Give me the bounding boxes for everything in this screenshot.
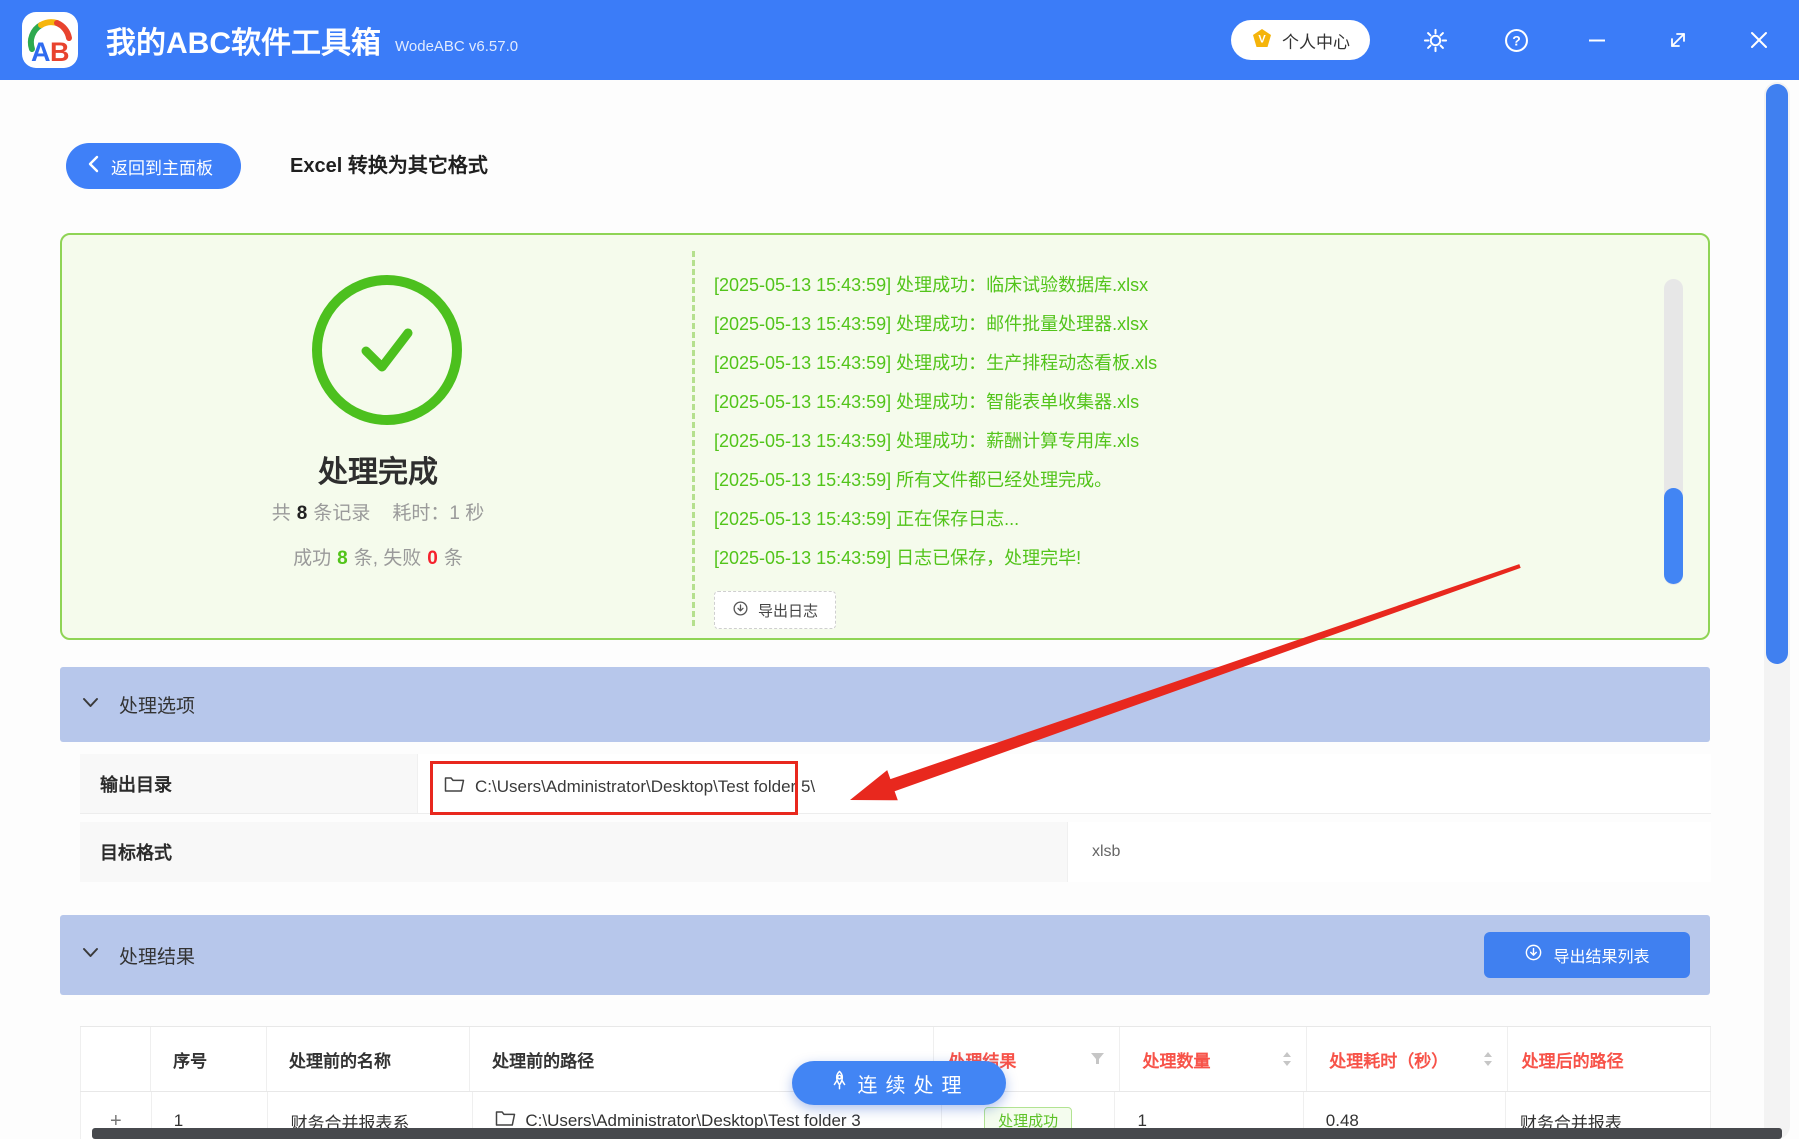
summary-line-1: 共 8 条记录 耗时：1 秒 xyxy=(271,503,485,524)
target-format-value[interactable]: xlsb xyxy=(1092,822,1120,882)
export-log-label: 导出日志 xyxy=(758,602,819,620)
maximize-resize-icon[interactable] xyxy=(1662,24,1694,56)
header-index: 序号 xyxy=(150,1027,266,1091)
app-version: WodeABC v6.57.0 xyxy=(395,37,519,55)
title-bar: A B 我的ABC软件工具箱 WodeABC v6.57.0 V 个人中心 ? xyxy=(0,0,1799,80)
app-title: 我的ABC软件工具箱 xyxy=(106,27,381,60)
options-section-header[interactable]: 处理选项 xyxy=(60,667,1710,742)
log-line: [2025-05-13 15:43:59] 正在保存日志... xyxy=(714,509,1020,529)
log-scrollbar-track xyxy=(1664,279,1683,585)
app-window: A B 我的ABC软件工具箱 WodeABC v6.57.0 V 个人中心 ? … xyxy=(0,0,1799,1139)
chevron-down-icon xyxy=(82,946,99,964)
export-log-button[interactable]: 导出日志 xyxy=(714,591,837,629)
back-button-label: 返回到主面板 xyxy=(111,158,213,178)
log-line: [2025-05-13 15:43:59] 处理成功：薪酬计算专用库.xls xyxy=(714,431,1140,451)
download-icon xyxy=(732,600,749,621)
options-section-title: 处理选项 xyxy=(119,696,196,717)
option-row-output-dir: 输出目录 C:\Users\Administrator\Desktop\Test… xyxy=(80,754,1711,814)
summary-line-2: 成功 8 条, 失败 0 条 xyxy=(293,548,463,569)
header-name-before: 处理前的名称 xyxy=(265,1027,469,1091)
elapsed-time: 耗时：1 秒 xyxy=(392,503,485,524)
header-duration[interactable]: 处理耗时（秒） xyxy=(1306,1027,1506,1091)
results-section-header[interactable]: 处理结果 导出结果列表 xyxy=(60,915,1710,995)
svg-text:?: ? xyxy=(1512,32,1521,48)
header-count[interactable]: 处理数量 xyxy=(1119,1027,1306,1091)
output-dir-label: 输出目录 xyxy=(80,754,418,813)
log-line: [2025-05-13 15:43:59] 处理成功：智能表单收集器.xls xyxy=(714,392,1140,412)
minimize-icon[interactable] xyxy=(1581,24,1613,56)
help-icon[interactable]: ? xyxy=(1500,24,1532,56)
folder-icon xyxy=(444,776,465,798)
success-count: 8 xyxy=(337,548,348,569)
vip-badge-icon: V xyxy=(1251,27,1273,54)
user-center-button[interactable]: V 个人中心 xyxy=(1231,20,1370,60)
close-icon[interactable] xyxy=(1743,24,1775,56)
log-list: [2025-05-13 15:43:59] 处理成功：临床试验数据库.xlsx … xyxy=(714,266,1664,578)
sort-icon[interactable] xyxy=(1483,1052,1493,1066)
total-count: 8 xyxy=(296,503,308,524)
log-line: [2025-05-13 15:43:59] 日志已保存，处理完毕! xyxy=(714,548,1082,568)
continue-processing-button[interactable]: 连续处理 xyxy=(792,1061,1006,1105)
panel-divider xyxy=(692,251,695,626)
export-result-list-button[interactable]: 导出结果列表 xyxy=(1484,932,1690,978)
chevron-down-icon xyxy=(82,696,99,714)
user-center-label: 个人中心 xyxy=(1282,32,1350,52)
check-icon xyxy=(350,311,424,390)
log-line: [2025-05-13 15:43:59] 处理成功：生产排程动态看板.xls xyxy=(714,353,1158,373)
result-summary-left: 处理完成 共 8 条记录 耗时：1 秒 成功 8 条, 失败 0 条 xyxy=(62,235,694,638)
result-summary-panel: 处理完成 共 8 条记录 耗时：1 秒 成功 8 条, 失败 0 条 [2025-05-13 … xyxy=(60,233,1710,640)
settings-gear-icon[interactable] xyxy=(1419,24,1451,56)
window-scrollbar-track xyxy=(1764,82,1790,1139)
header-path-after: 处理后的路径 xyxy=(1506,1027,1712,1091)
horizontal-scrollbar-thumb[interactable] xyxy=(92,1128,1782,1139)
target-format-label: 目标格式 xyxy=(80,822,1068,882)
filter-icon[interactable] xyxy=(1091,1052,1105,1066)
log-line: [2025-05-13 15:43:59] 处理成功：临床试验数据库.xlsx xyxy=(714,275,1149,295)
titlebar-actions: V 个人中心 ? xyxy=(1231,20,1799,60)
output-directory-value: C:\Users\Administrator\Desktop\Test fold… xyxy=(475,777,816,796)
log-line: [2025-05-13 15:43:59] 处理成功：邮件批量处理器.xlsx xyxy=(714,314,1149,334)
status-title: 处理完成 xyxy=(318,456,438,489)
svg-text:B: B xyxy=(50,37,70,66)
header-expander xyxy=(80,1027,150,1091)
page-title: Excel 转换为其它格式 xyxy=(290,155,488,177)
results-section-title: 处理结果 xyxy=(119,946,196,968)
fail-count: 0 xyxy=(427,548,438,569)
rocket-icon xyxy=(829,1070,850,1097)
app-logo: A B xyxy=(22,12,78,68)
continue-processing-label: 连续处理 xyxy=(857,1074,970,1097)
export-result-list-label: 导出结果列表 xyxy=(1553,949,1650,966)
svg-text:V: V xyxy=(1258,33,1266,45)
window-scrollbar-thumb[interactable] xyxy=(1766,84,1788,664)
download-icon xyxy=(1524,943,1543,967)
log-scrollbar-thumb[interactable] xyxy=(1664,488,1683,584)
back-to-main-button[interactable]: 返回到主面板 xyxy=(66,143,241,189)
log-line: [2025-05-13 15:43:59] 所有文件都已经处理完成。 xyxy=(714,470,1113,490)
chevron-left-icon xyxy=(88,155,99,178)
output-directory-field[interactable]: C:\Users\Administrator\Desktop\Test fold… xyxy=(430,761,815,813)
option-row-target-format: 目标格式 xlsb xyxy=(80,822,1711,882)
sort-icon[interactable] xyxy=(1282,1052,1292,1066)
success-circle xyxy=(312,275,462,425)
svg-text:A: A xyxy=(31,37,51,66)
